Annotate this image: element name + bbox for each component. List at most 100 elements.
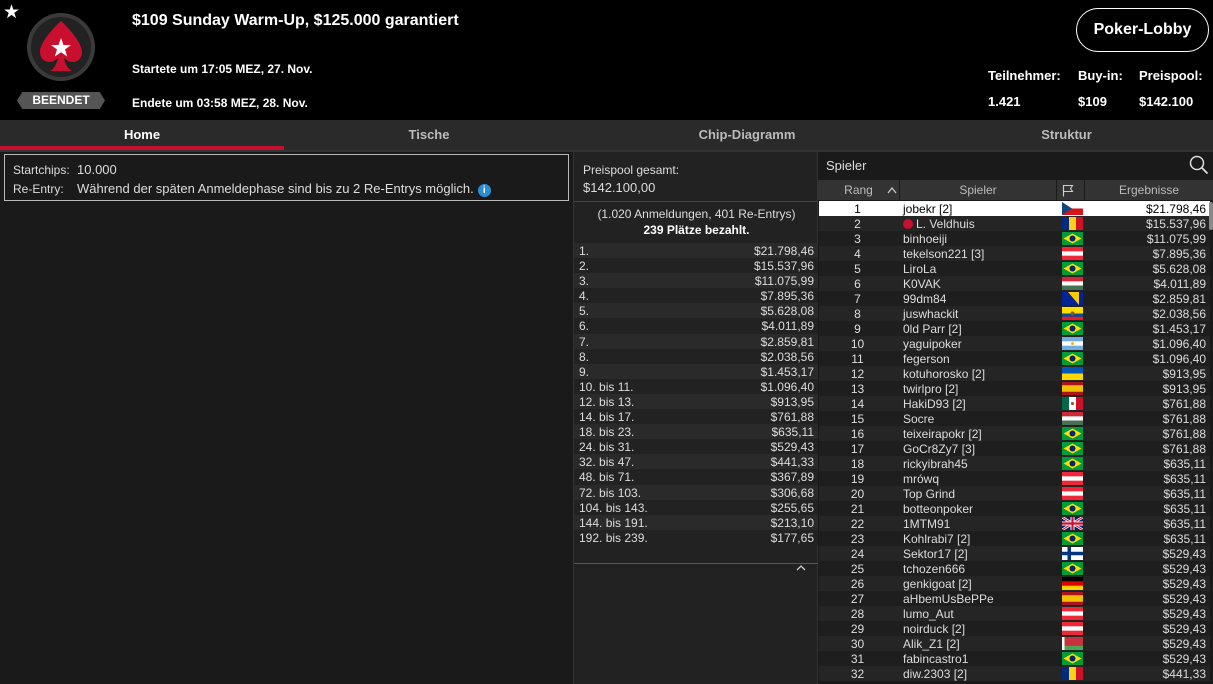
buyin-label: Buy-in:: [1078, 68, 1123, 83]
payout-place: 10. bis 11.: [579, 379, 634, 394]
player-name: lumo_Aut: [903, 607, 954, 621]
payout-place: 14. bis 17.: [579, 410, 635, 425]
country-flag-icon: [1062, 547, 1083, 560]
player-rank: 3: [854, 232, 861, 246]
player-row[interactable]: 20 Top Grind $635,11: [819, 486, 1210, 501]
payout-place: 2.: [579, 259, 590, 274]
country-flag-icon: [1062, 592, 1083, 605]
poker-lobby-button[interactable]: Poker-Lobby: [1076, 8, 1209, 52]
player-row[interactable]: 1 jobekr [2] $21.798,46: [819, 201, 1210, 216]
player-rank: 1: [854, 202, 861, 216]
player-winnings: $529,43: [1162, 577, 1206, 591]
flag-icon: [1062, 184, 1074, 197]
player-winnings: $4.011,89: [1153, 277, 1207, 291]
player-row[interactable]: 15 Socre $761,88: [819, 411, 1210, 426]
search-icon[interactable]: [1189, 155, 1209, 175]
player-row[interactable]: 2 L. Veldhuis $15.537,96: [819, 216, 1210, 231]
player-winnings: $635,11: [1163, 487, 1207, 501]
payout-list: 1. $21.798,46 2. $15.537,96 3. $11.075,99 4. $7…: [574, 243, 819, 545]
player-name-cell: aHbemUsBePPe: [903, 592, 994, 606]
favorite-star-icon[interactable]: ★: [3, 2, 20, 24]
start-time: Startete um 17:05 MEZ, 27. Nov.: [132, 62, 313, 76]
info-icon[interactable]: i: [477, 184, 491, 197]
payout-row: 7. $2.859,81: [574, 333, 819, 349]
col-header-results[interactable]: Ergebnisse: [1085, 180, 1213, 200]
player-name-cell: jobekr [2]: [903, 202, 952, 216]
player-row[interactable]: 25 tchozen666 $529,43: [819, 561, 1210, 576]
player-winnings: $21.798,46: [1145, 202, 1206, 216]
player-row[interactable]: 6 K0VAK $4.011,89: [819, 276, 1210, 291]
player-row[interactable]: 9 0ld Parr [2] $1.453,17: [819, 321, 1210, 336]
tournament-title: $109 Sunday Warm-Up, $125.000 garantiert: [132, 12, 459, 29]
tab-home[interactable]: Home: [0, 120, 284, 150]
player-search-input[interactable]: [820, 153, 1186, 177]
payout-amount: $1.453,17: [760, 364, 814, 379]
player-row[interactable]: 24 Sektor17 [2] $529,43: [819, 546, 1210, 561]
player-row[interactable]: 13 twirlpro [2] $913,95: [819, 381, 1210, 396]
tab-tables[interactable]: Tische: [284, 120, 574, 150]
player-row[interactable]: 26 genkigoat [2] $529,43: [819, 576, 1210, 591]
player-name-cell: teixeirapokr [2]: [903, 427, 982, 441]
tab-chip-chart[interactable]: Chip-Diagramm: [574, 120, 920, 150]
player-row[interactable]: 28 lumo_Aut $529,43: [819, 606, 1210, 621]
player-row[interactable]: 11 fegerson $1.096,40: [819, 351, 1210, 366]
player-row[interactable]: 17 GoCr8Zy7 [3] $761,88: [819, 441, 1210, 456]
player-name: fabincastro1: [903, 652, 969, 666]
chevron-up-icon[interactable]: [794, 562, 808, 574]
player-row[interactable]: 21 botteonpoker $635,11: [819, 501, 1210, 516]
country-flag-icon: [1062, 247, 1083, 260]
player-row[interactable]: 7 99dm84 $2.859,81: [819, 291, 1210, 306]
player-row[interactable]: 29 noirduck [2] $529,43: [819, 621, 1210, 636]
end-time: Endete um 03:58 MEZ, 28. Nov.: [132, 96, 308, 110]
player-name: aHbemUsBePPe: [903, 592, 994, 606]
col-header-country[interactable]: [1057, 180, 1085, 200]
payout-place: 32. bis 47.: [579, 455, 635, 470]
player-rank: 9: [854, 322, 861, 336]
player-row[interactable]: 30 Alik_Z1 [2] $529,43: [819, 636, 1210, 651]
player-list-scrollbar[interactable]: [1209, 202, 1213, 230]
col-header-player[interactable]: Spieler: [900, 180, 1057, 200]
player-rank: 12: [850, 367, 865, 381]
payout-amount: $635,11: [771, 425, 815, 440]
payout-place: 4.: [579, 289, 590, 304]
player-row[interactable]: 31 fabincastro1 $529,43: [819, 651, 1210, 666]
country-flag-icon: [1062, 367, 1083, 380]
players-panel: Rang Spieler Ergebnisse 1 jobekr [2] $21.7…: [818, 152, 1213, 684]
payout-amount: $1.096,40: [760, 379, 814, 394]
player-row[interactable]: 19 mrówq $635,11: [819, 471, 1210, 486]
player-name: 1MTM91: [903, 517, 951, 531]
team-pro-icon: [903, 219, 913, 229]
player-row[interactable]: 16 teixeirapokr [2] $761,88: [819, 426, 1210, 441]
payout-row: 6. $4.011,89: [574, 318, 819, 334]
player-name-cell: tekelson221 [3]: [903, 247, 984, 261]
player-row[interactable]: 23 Kohlrabi7 [2] $635,11: [819, 531, 1210, 546]
player-row[interactable]: 12 kotuhorosko [2] $913,95: [819, 366, 1210, 381]
player-row[interactable]: 32 diw.2303 [2] $441,33: [819, 666, 1210, 681]
player-row[interactable]: 27 aHbemUsBePPe $529,43: [819, 591, 1210, 606]
tab-structure[interactable]: Struktur: [920, 120, 1213, 150]
player-row[interactable]: 3 binhoeiji $11.075,99: [819, 231, 1210, 246]
payout-place: 144. bis 191.: [579, 515, 648, 530]
payout-row: 144. bis 191. $213,10: [574, 514, 819, 530]
payout-place: 18. bis 23.: [579, 425, 635, 440]
player-row[interactable]: 14 HakiD93 [2] $761,88: [819, 396, 1210, 411]
player-rank: 17: [850, 442, 865, 456]
player-name-cell: Kohlrabi7 [2]: [903, 532, 970, 546]
player-row[interactable]: 10 yaguipoker $1.096,40: [819, 336, 1210, 351]
col-header-player-label: Spieler: [959, 183, 997, 197]
col-header-rank[interactable]: Rang: [818, 180, 900, 200]
player-rank: 18: [850, 457, 865, 471]
player-row[interactable]: 22 1MTM91 $635,11: [819, 516, 1210, 531]
player-row[interactable]: 18 rickyibrah45 $635,11: [819, 456, 1210, 471]
player-row[interactable]: 5 LiroLa $5.628,08: [819, 261, 1210, 276]
player-winnings: $2.859,81: [1152, 292, 1206, 306]
reentry-label: Re-Entry:: [13, 182, 64, 196]
player-winnings: $635,11: [1163, 472, 1207, 486]
player-row[interactable]: 8 juswhackit $2.038,56: [819, 306, 1210, 321]
player-rank: 25: [850, 562, 865, 576]
player-row[interactable]: 4 tekelson221 [3] $7.895,36: [819, 246, 1210, 261]
player-name-cell: 0ld Parr [2]: [903, 322, 962, 336]
payout-place: 12. bis 13.: [579, 394, 635, 409]
payout-place: 6.: [579, 319, 590, 334]
player-winnings: $11.075,99: [1146, 232, 1206, 246]
